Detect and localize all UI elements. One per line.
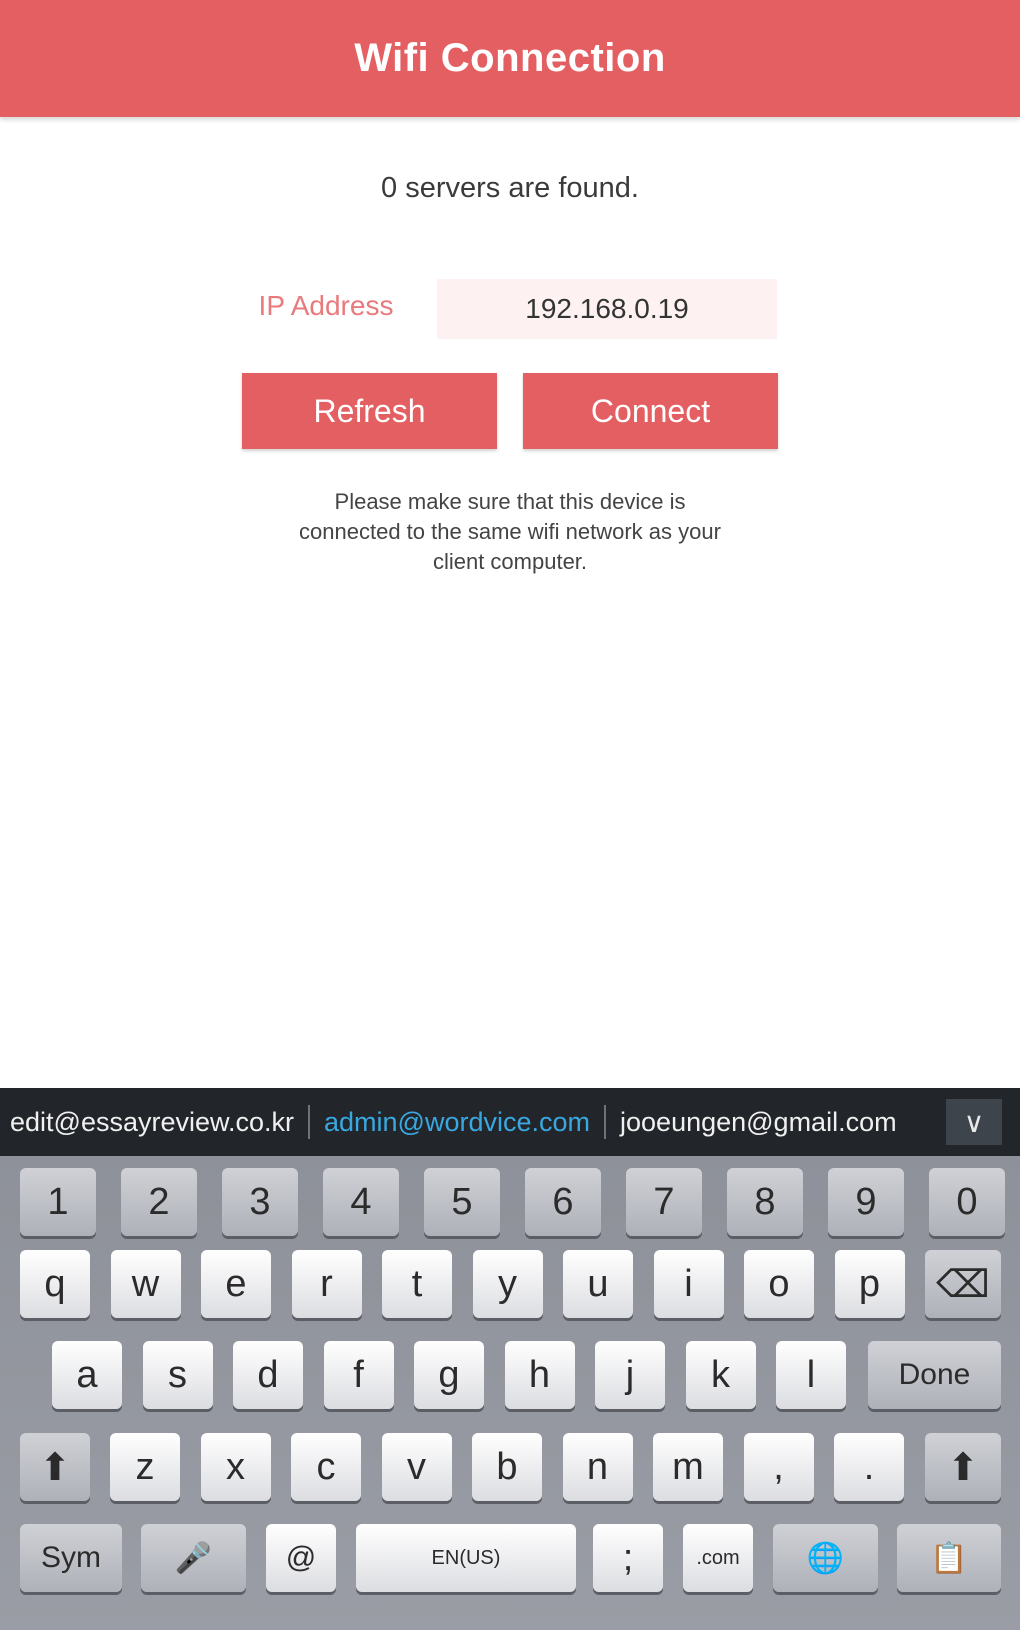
connect-button[interactable]: Connect bbox=[523, 373, 778, 449]
microphone-icon[interactable]: 🎤 bbox=[141, 1524, 246, 1592]
globe-icon[interactable]: 🌐 bbox=[773, 1524, 878, 1592]
key-period[interactable]: . bbox=[834, 1433, 904, 1501]
key-t[interactable]: t bbox=[382, 1250, 452, 1318]
key-c[interactable]: c bbox=[291, 1433, 361, 1501]
key-1[interactable]: 1 bbox=[20, 1168, 96, 1236]
suggestion-item[interactable]: jooeungen@gmail.com bbox=[620, 1107, 897, 1138]
shift-icon[interactable]: ⬆ bbox=[925, 1433, 1001, 1501]
key-k[interactable]: k bbox=[685, 1341, 756, 1409]
wifi-hint-text: Please make sure that this device is con… bbox=[299, 489, 721, 574]
ip-address-label: IP Address bbox=[258, 290, 394, 321]
clipboard-icon[interactable]: 📋 bbox=[897, 1524, 1001, 1592]
key-2[interactable]: 2 bbox=[121, 1168, 197, 1236]
key-8[interactable]: 8 bbox=[727, 1168, 803, 1236]
key-7[interactable]: 7 bbox=[626, 1168, 702, 1236]
key-9[interactable]: 9 bbox=[828, 1168, 904, 1236]
key-s[interactable]: s bbox=[142, 1341, 213, 1409]
at-key[interactable]: @ bbox=[266, 1524, 336, 1592]
key-g[interactable]: g bbox=[414, 1341, 484, 1409]
key-4[interactable]: 4 bbox=[323, 1168, 399, 1236]
backspace-icon[interactable]: ⌫ bbox=[925, 1250, 1001, 1318]
key-z[interactable]: z bbox=[110, 1433, 180, 1501]
key-i[interactable]: i bbox=[653, 1250, 724, 1318]
key-n[interactable]: n bbox=[562, 1433, 633, 1501]
suggestion-item[interactable]: edit@essayreview.co.kr bbox=[10, 1107, 294, 1138]
app-bar: Wifi Connection bbox=[0, 0, 1020, 117]
key-u[interactable]: u bbox=[563, 1250, 633, 1318]
suggestion-divider bbox=[604, 1105, 607, 1139]
key-p[interactable]: p bbox=[834, 1250, 905, 1318]
key-o[interactable]: o bbox=[744, 1250, 814, 1318]
key-d[interactable]: d bbox=[233, 1341, 303, 1409]
key-b[interactable]: b bbox=[472, 1433, 542, 1501]
shift-icon[interactable]: ⬆ bbox=[20, 1433, 90, 1501]
key-q[interactable]: q bbox=[20, 1250, 90, 1318]
key-5[interactable]: 5 bbox=[424, 1168, 500, 1236]
key-3[interactable]: 3 bbox=[222, 1168, 298, 1236]
suggestion-item-active[interactable]: admin@wordvice.com bbox=[324, 1107, 590, 1138]
key-0[interactable]: 0 bbox=[929, 1168, 1005, 1236]
refresh-button[interactable]: Refresh bbox=[242, 373, 497, 449]
suggestion-divider bbox=[308, 1105, 311, 1139]
key-r[interactable]: r bbox=[291, 1250, 362, 1318]
key-a[interactable]: a bbox=[52, 1341, 122, 1409]
key-y[interactable]: y bbox=[472, 1250, 543, 1318]
key-w[interactable]: w bbox=[110, 1250, 181, 1318]
key-e[interactable]: e bbox=[201, 1250, 271, 1318]
app-title: Wifi Connection bbox=[354, 36, 666, 80]
key-l[interactable]: l bbox=[776, 1341, 846, 1409]
servers-found-text: 0 servers are found. bbox=[381, 172, 639, 204]
ip-address-input[interactable] bbox=[437, 279, 777, 339]
key-j[interactable]: j bbox=[595, 1341, 665, 1409]
key-comma[interactable]: , bbox=[743, 1433, 814, 1501]
key-m[interactable]: m bbox=[653, 1433, 723, 1501]
semicolon-key[interactable]: ; bbox=[593, 1524, 663, 1592]
key-v[interactable]: v bbox=[381, 1433, 452, 1501]
chevron-down-icon[interactable]: ∨ bbox=[946, 1099, 1002, 1145]
key-f[interactable]: f bbox=[323, 1341, 394, 1409]
key-6[interactable]: 6 bbox=[525, 1168, 601, 1236]
sym-key[interactable]: Sym bbox=[20, 1524, 122, 1592]
key-h[interactable]: h bbox=[504, 1341, 575, 1409]
done-key[interactable]: Done bbox=[868, 1341, 1001, 1409]
key-x[interactable]: x bbox=[200, 1433, 271, 1501]
dotcom-key[interactable]: .com bbox=[683, 1524, 753, 1592]
keyboard-suggestion-bar: edit@essayreview.co.kr admin@wordvice.co… bbox=[0, 1088, 1020, 1156]
space-key[interactable]: EN(US) bbox=[356, 1524, 576, 1592]
